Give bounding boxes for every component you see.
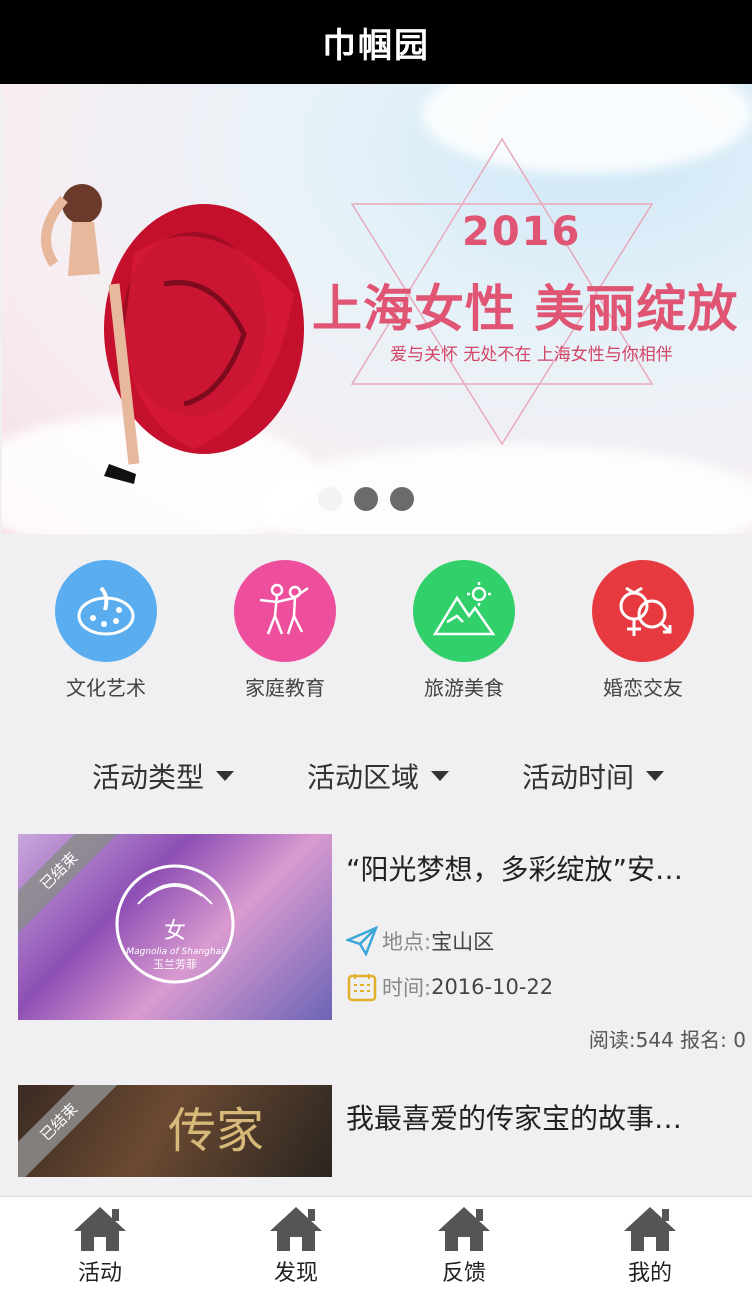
time-key: 时间: (382, 976, 432, 1000)
top-bar: 巾帼园 (0, 0, 752, 84)
activity-stats: 阅读:544 报名: 0 (588, 1028, 746, 1052)
filter-label: 活动类型 (92, 761, 205, 794)
banner-subline: 爱与关怀 无处不在 上海女性与你相伴 (390, 345, 673, 365)
activity-list-item[interactable]: 女 Magnolia of Shanghai 玉兰芳菲 已结束 “阳光梦想，多彩… (18, 834, 752, 1054)
activity-thumbnail: 女 Magnolia of Shanghai 玉兰芳菲 已结束 (18, 834, 332, 1020)
tab-discover[interactable]: 发现 (236, 1203, 356, 1287)
filter-label: 活动时间 (522, 761, 635, 794)
activity-title: 我最喜爱的传家宝的故事… (346, 1102, 683, 1135)
filter-activity-time[interactable]: 活动时间 (522, 748, 665, 804)
thumb-caption: Magnolia of Shanghai (126, 947, 224, 957)
location-value: 宝山区 (431, 930, 495, 954)
tab-label: 我的 (627, 1261, 672, 1286)
paper-plane-icon (346, 926, 378, 956)
caret-down-icon (646, 771, 665, 781)
banner-year: 2016 (462, 209, 582, 255)
carousel-dot-3[interactable] (390, 487, 414, 511)
status-badge: 已结束 (18, 1085, 123, 1177)
caret-down-icon (216, 771, 235, 781)
time-value: 2016-10-22 (431, 975, 554, 999)
tab-mine[interactable]: 我的 (590, 1203, 710, 1287)
category-grid: 文化艺术 家庭教育 旅游美食 婚恋交友 (0, 560, 752, 710)
category-label: 文化艺术 (66, 676, 146, 700)
banner-carousel[interactable]: 2016 上海女性 美丽绽放 爱与关怀 无处不在 上海女性与你相伴 (2, 84, 752, 534)
location-key: 地点: (382, 930, 432, 954)
category-travel-food[interactable]: 旅游美食 (374, 560, 554, 701)
filter-bar: 活动类型 活动区域 活动时间 (0, 748, 752, 804)
home-icon (270, 1207, 322, 1251)
home-icon (438, 1207, 490, 1251)
tab-label: 活动 (77, 1261, 122, 1286)
page-title: 巾帼园 (322, 25, 430, 66)
thumb-glyph: 女 (164, 919, 186, 944)
carousel-dot-2[interactable] (354, 487, 378, 511)
filter-label: 活动区域 (307, 761, 420, 794)
home-icon (74, 1207, 126, 1251)
home-icon (624, 1207, 676, 1251)
woman-red-dress-illustration (41, 184, 304, 484)
category-label: 旅游美食 (424, 676, 504, 700)
activity-title: “阳光梦想，多彩绽放”安… (346, 853, 684, 886)
category-label: 家庭教育 (245, 676, 325, 700)
tab-activities[interactable]: 活动 (40, 1203, 160, 1287)
category-family-education[interactable]: 家庭教育 (195, 560, 375, 701)
gender-rings-icon (592, 560, 694, 662)
mountain-sun-icon (413, 560, 515, 662)
activity-time: 时间: 2016-10-22 (346, 972, 553, 1002)
tab-label: 反馈 (441, 1261, 486, 1286)
activity-thumbnail: 传家 已结束 (18, 1085, 332, 1177)
bottom-tab-bar: 活动 发现 反馈 我的 (0, 1196, 752, 1295)
category-culture-art[interactable]: 文化艺术 (16, 560, 196, 701)
calendar-icon (347, 974, 377, 1002)
thumb-caption-cn: 玉兰芳菲 (153, 957, 197, 971)
caret-down-icon (431, 771, 450, 781)
palette-icon (55, 560, 157, 662)
category-dating[interactable]: 婚恋交友 (553, 560, 733, 701)
filter-activity-type[interactable]: 活动类型 (92, 748, 235, 804)
tab-label: 发现 (273, 1261, 318, 1286)
dancers-icon (234, 560, 336, 662)
banner-headline: 上海女性 美丽绽放 (312, 280, 739, 338)
filter-activity-area[interactable]: 活动区域 (307, 748, 450, 804)
carousel-dot-1[interactable] (318, 487, 342, 511)
tab-feedback[interactable]: 反馈 (404, 1203, 524, 1287)
category-label: 婚恋交友 (603, 676, 683, 700)
carousel-indicators (318, 487, 414, 511)
thumb-calligraphy: 传家 (168, 1103, 265, 1159)
activity-location: 地点: 宝山区 (346, 926, 494, 956)
activity-list-item[interactable]: 传家 已结束 我最喜爱的传家宝的故事… (18, 1085, 752, 1177)
